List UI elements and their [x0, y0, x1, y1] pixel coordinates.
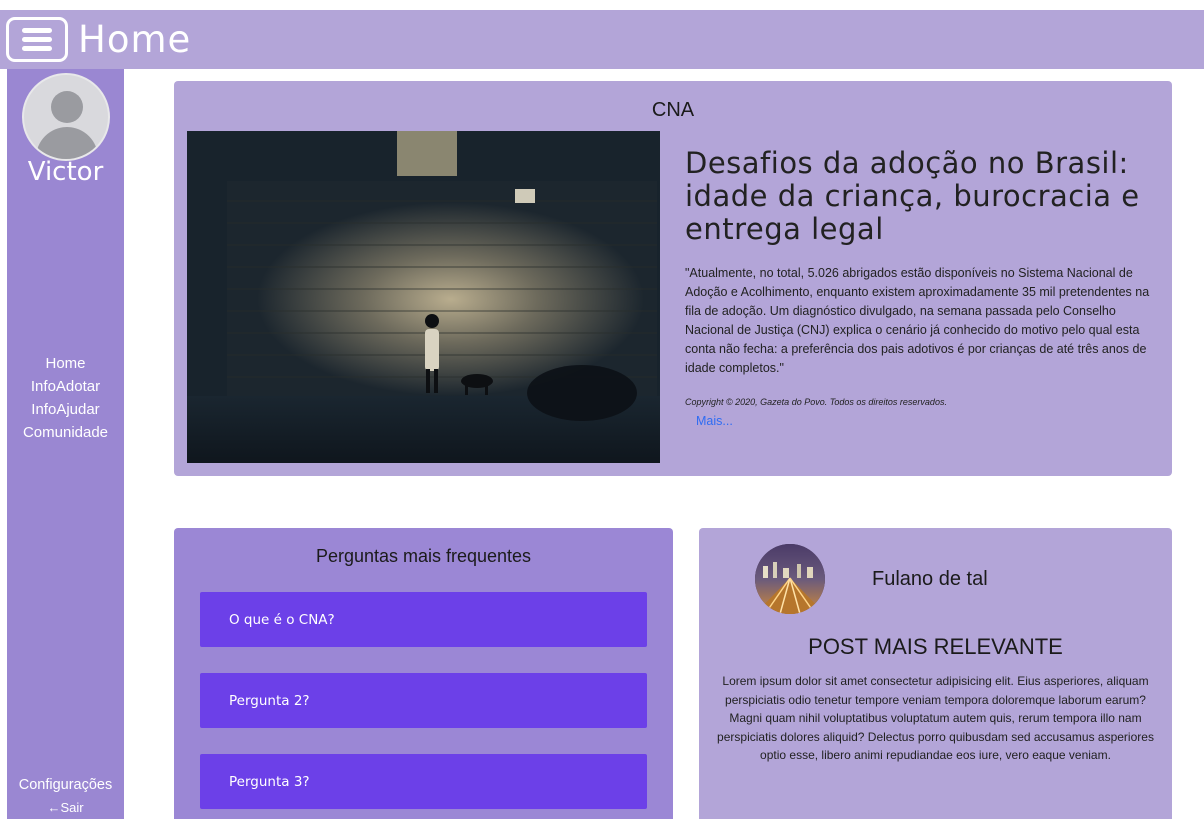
sidebar-item-comunidade[interactable]: Comunidade	[7, 421, 124, 444]
sidebar-item-logout[interactable]: ←Sair	[7, 800, 124, 815]
post-author-avatar[interactable]	[755, 544, 825, 614]
hamburger-menu-icon[interactable]	[6, 17, 68, 62]
news-photo-illustration	[187, 131, 660, 463]
news-title: Desafios da adoção no Brasil: idade da c…	[685, 146, 1140, 246]
post-author-name[interactable]: Fulano de tal	[872, 568, 988, 591]
news-copyright: Copyright © 2020, Gazeta do Povo. Todos …	[685, 397, 947, 407]
news-more-link[interactable]: Mais...	[696, 414, 733, 428]
news-text: "Atualmente, no total, 5.026 abrigados e…	[685, 266, 1150, 375]
sidebar-item-infoadotar[interactable]: InfoAdotar	[7, 375, 124, 398]
post-body: Lorem ipsum dolor sit amet consectetur a…	[717, 674, 1154, 762]
sidebar-username: Victor	[27, 157, 104, 187]
faq-item-label: Pergunta 3?	[229, 773, 310, 790]
news-card: CNA Desafios da adoção no Brasil: idade …	[174, 81, 1172, 476]
faq-card: Perguntas mais frequentes O que é o CNA?…	[174, 528, 673, 819]
city-night-image	[755, 544, 825, 614]
top-header-bar: Home	[0, 10, 1204, 69]
faq-item[interactable]: Pergunta 2?	[200, 673, 647, 728]
sidebar-item-infoajudar[interactable]: InfoAjudar	[7, 398, 124, 421]
faq-item[interactable]: Pergunta 3?	[200, 754, 647, 809]
news-card-header: CNA	[651, 99, 695, 121]
sidebar-item-home[interactable]: Home	[7, 352, 124, 375]
sidebar: Victor Home InfoAdotar InfoAjudar Comuni…	[7, 69, 124, 819]
faq-item[interactable]: O que é o CNA?	[200, 592, 647, 647]
post-card: Fulano de tal POST MAIS RELEVANTE Lorem …	[699, 528, 1172, 819]
sidebar-nav: Home InfoAdotar InfoAjudar Comunidade	[7, 352, 124, 444]
faq-item-label: Pergunta 2?	[229, 692, 310, 709]
page-title: Home	[78, 18, 192, 61]
post-heading: POST MAIS RELEVANTE	[808, 634, 1063, 659]
user-avatar-icon	[22, 73, 110, 161]
faq-title: Perguntas mais frequentes	[315, 546, 532, 566]
sidebar-item-settings[interactable]: Configurações	[0, 777, 131, 793]
faq-item-label: O que é o CNA?	[229, 611, 335, 628]
news-image	[187, 131, 660, 463]
